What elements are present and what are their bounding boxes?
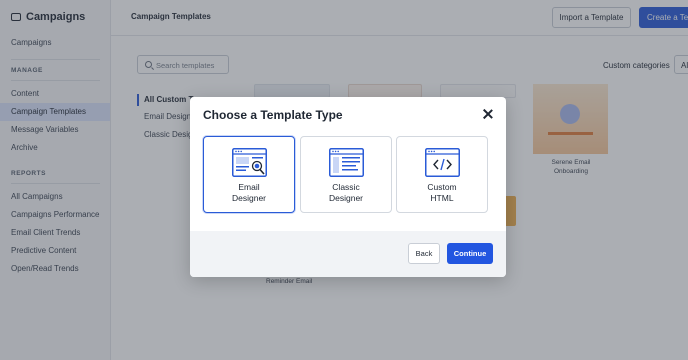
option-classic-designer[interactable]: Classic Designer: [300, 136, 392, 213]
code-icon: [425, 148, 460, 177]
dialog-title: Choose a Template Type: [203, 108, 343, 122]
back-button[interactable]: Back: [408, 243, 440, 264]
email-designer-icon: [232, 148, 267, 177]
classic-designer-icon: [329, 148, 364, 177]
option-label: Email Designer: [231, 182, 267, 203]
option-label: Classic Designer: [328, 182, 364, 203]
dialog-footer: Back Continue: [190, 231, 506, 277]
option-label: Custom HTML: [427, 182, 457, 203]
continue-button[interactable]: Continue: [447, 243, 493, 264]
option-custom-html[interactable]: Custom HTML: [396, 136, 488, 213]
choose-template-dialog: Choose a Template Type Email Designer Cl…: [190, 97, 506, 277]
close-icon[interactable]: [482, 108, 494, 120]
option-email-designer[interactable]: Email Designer: [203, 136, 295, 213]
